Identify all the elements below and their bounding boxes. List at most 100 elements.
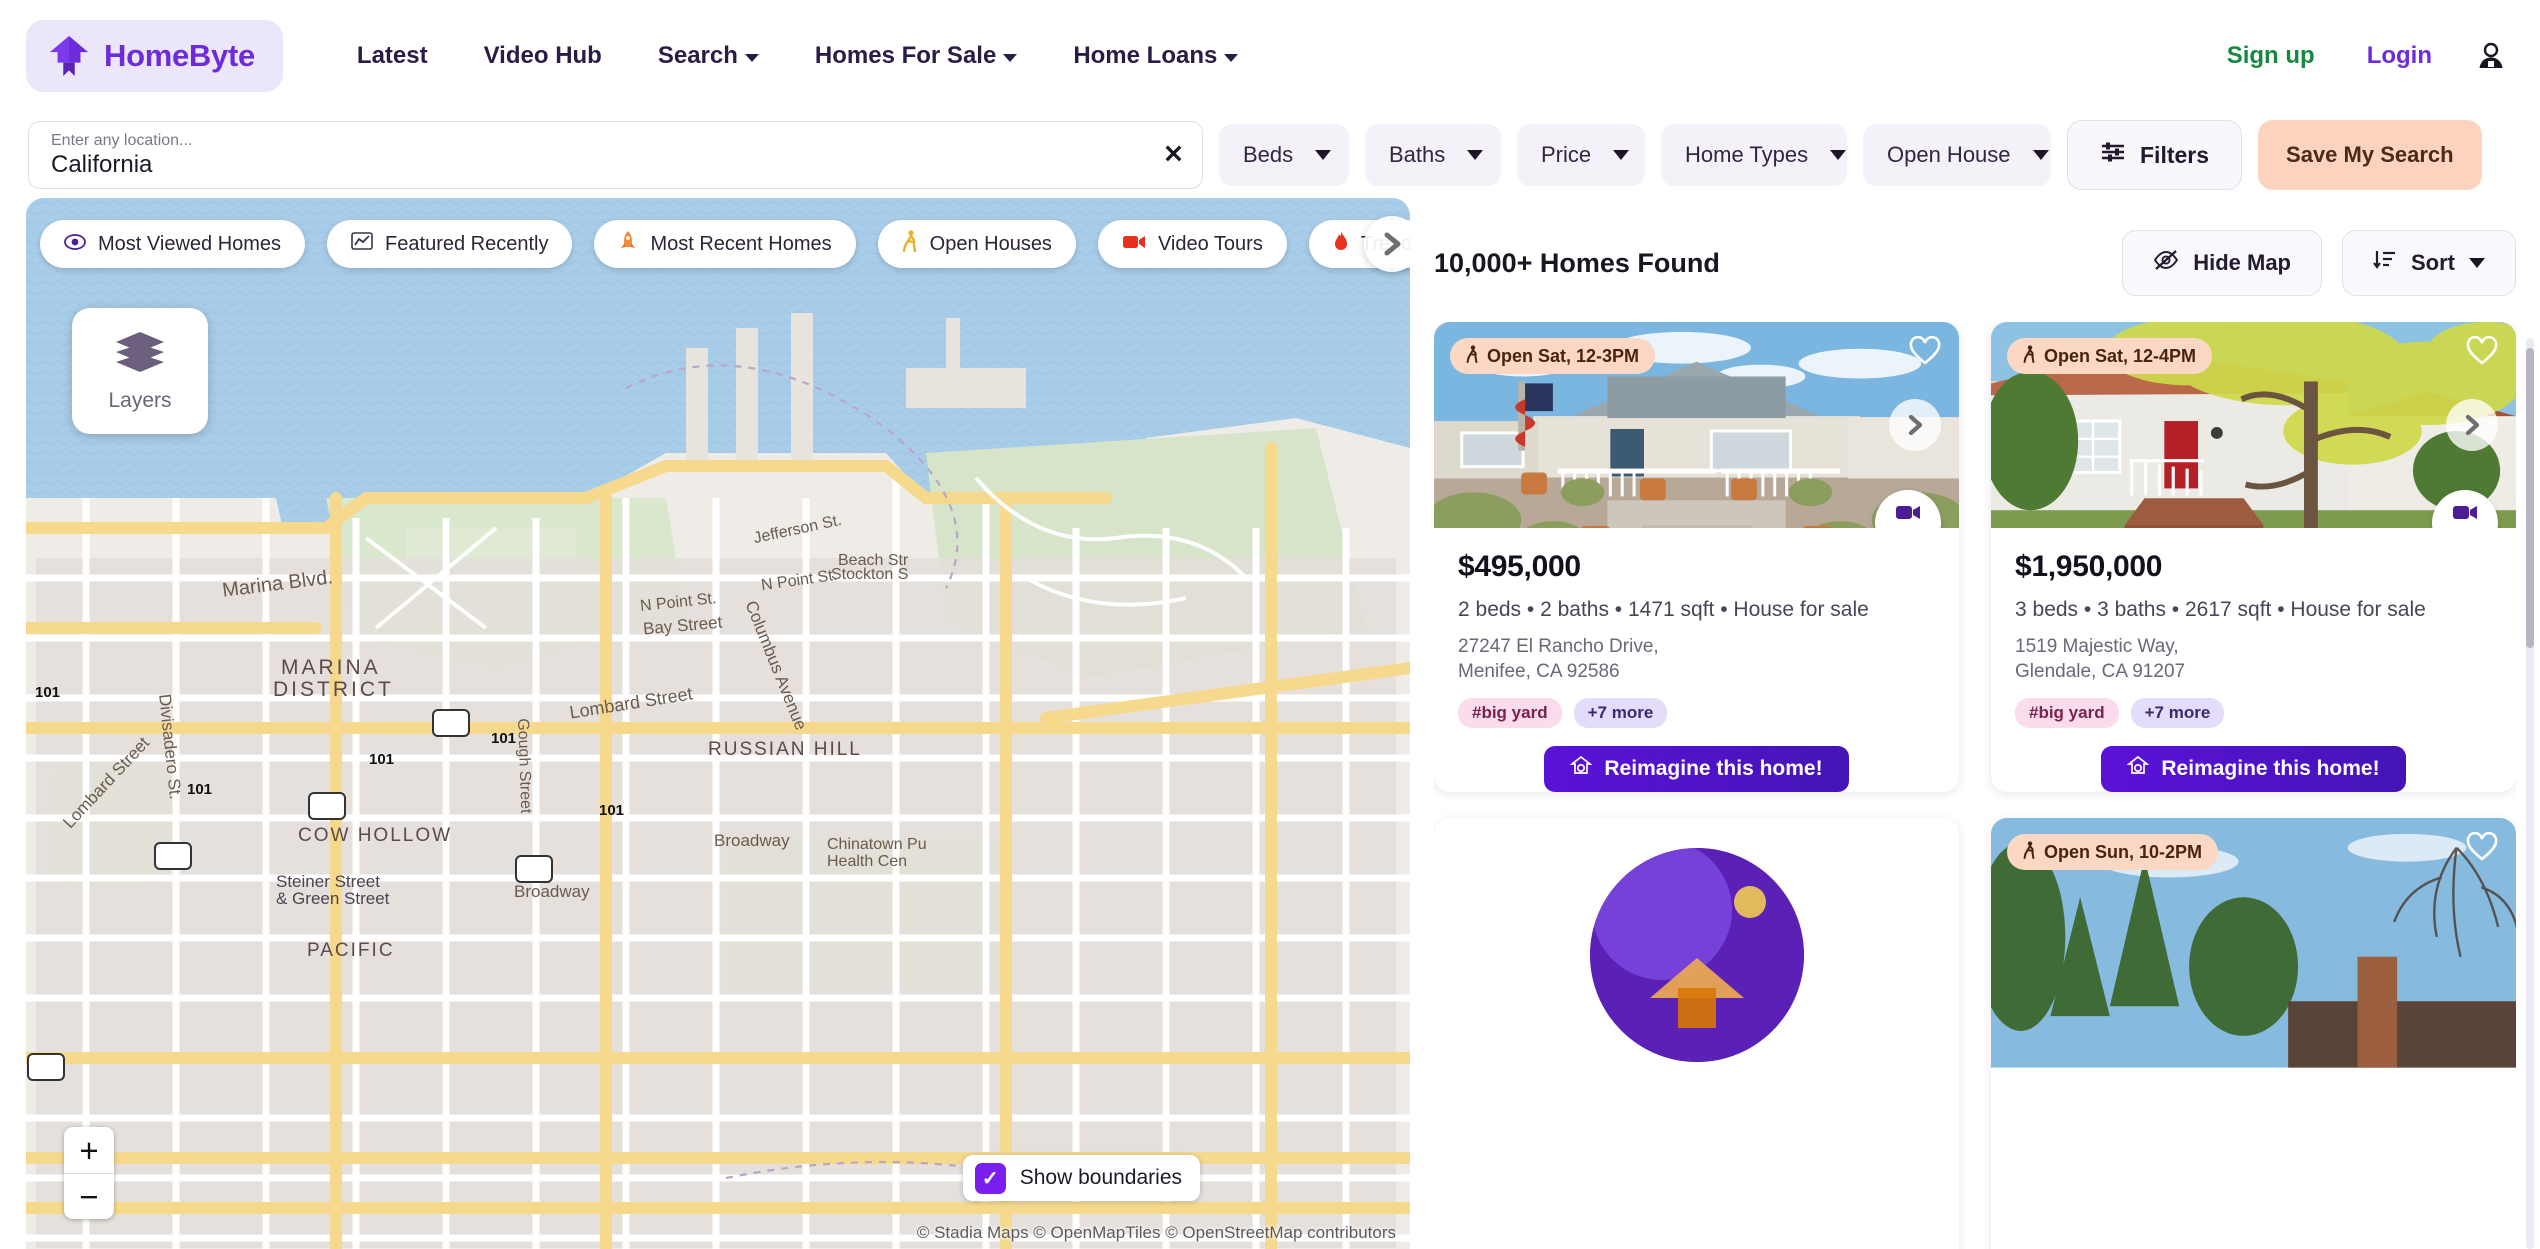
favorite-heart-icon[interactable] [2466,831,2498,867]
chevron-down-icon [1003,54,1018,62]
reimagine-home-button[interactable]: Reimagine this home! [2101,746,2406,792]
nav-item-homes-for-sale[interactable]: Homes For Sale [787,30,1045,82]
user-account-icon[interactable] [2476,41,2506,71]
sliders-icon [2100,141,2126,169]
walking-person-icon [2023,344,2036,368]
walking-person-icon [2023,840,2036,864]
filter-label: Beds [1243,142,1294,167]
chevron-down-icon [744,54,759,62]
map-panel[interactable]: Marina Blvd. MARINA DISTRICT Divisadero … [26,198,1410,1249]
property-card[interactable]: Open Sat, 12-3PM tour [1434,322,1959,792]
video-camera-icon [2452,504,2478,526]
chip-video-tours[interactable]: Video Tours [1097,220,1287,268]
chip-label: Most Recent Homes [650,232,832,255]
layers-icon [113,330,167,379]
filters-button[interactable]: Filters [2067,120,2243,190]
save-search-button[interactable]: Save My Search [2258,120,2482,190]
signup-link[interactable]: Sign up [2201,30,2341,82]
nav-item-latest[interactable]: Latest [329,30,456,82]
hide-map-button[interactable]: Hide Map [2122,230,2322,296]
chip-label: Most Viewed Homes [98,232,282,255]
next-photo-button[interactable] [2446,399,2498,451]
tag-more[interactable]: +7 more [2130,698,2225,728]
property-photo[interactable]: Open Sun, 10-2PM [1991,818,2516,1070]
chip-label: Featured Recently [385,232,549,255]
walking-person-icon [1466,344,1479,368]
filter-label: Open House [1887,142,2011,167]
tag-feature[interactable]: #big yard [1458,698,1562,728]
property-details: $495,000 2 beds • 2 baths • 1471 sqft • … [1434,528,1959,792]
sparkle-home-icon [2126,755,2150,783]
chip-featured-recently[interactable]: Featured Recently [327,220,573,268]
address-line-1: 1519 Majestic Way, [2015,636,2179,657]
property-price: $495,000 [1458,550,1581,583]
tour-label: tour [2453,527,2477,529]
map-layers-button[interactable]: Layers [72,308,208,434]
favorite-heart-icon[interactable] [2466,335,2498,371]
checkbox-checked-icon[interactable]: ✓ [974,1162,1006,1194]
video-camera-icon [1895,504,1921,526]
nav-item-home-loans[interactable]: Home Loans [1045,30,1266,82]
open-house-label: Open Sat, 12-3PM [1487,345,1640,366]
property-photo[interactable]: Open Sat, 12-3PM tour [1434,322,1959,528]
favorite-heart-icon[interactable] [1909,335,1941,371]
nav-label: Home Loans [1073,42,1218,69]
tour-label: tour [1896,527,1920,529]
property-card[interactable]: Open Sat, 12-4PM tour [1991,322,2516,792]
filter-beds[interactable]: Beds [1219,124,1349,186]
sparkle-home-icon [1569,755,1593,783]
open-house-label: Open Sun, 10-2PM [2044,841,2203,862]
results-count: 10,000+ Homes Found [1434,247,1720,278]
tag-feature[interactable]: #big yard [2015,698,2119,728]
zoom-out-button[interactable]: − [64,1173,114,1219]
show-boundaries-toggle[interactable]: ✓ Show boundaries [962,1155,1200,1201]
open-house-badge: Open Sat, 12-4PM [2007,338,2213,374]
chip-most-recent-homes[interactable]: Most Recent Homes [594,220,856,268]
nav-item-video-hub[interactable]: Video Hub [456,30,630,82]
filter-baths[interactable]: Baths [1365,124,1501,186]
chevron-down-icon [2032,150,2049,160]
results-scrollbar-thumb[interactable] [2526,348,2534,648]
chevron-down-icon [2469,258,2485,268]
chip-open-houses[interactable]: Open Houses [877,220,1076,268]
filter-price[interactable]: Price [1517,124,1645,186]
open-house-label: Open Sat, 12-4PM [2044,345,2197,366]
close-icon[interactable]: ✕ [1163,142,1184,168]
brand-logo[interactable]: HomeByte [26,20,283,92]
property-photo[interactable]: Open Sat, 12-4PM tour [1991,322,2516,528]
filter-home-types[interactable]: Home Types [1661,124,1847,186]
sort-button[interactable]: Sort [2342,230,2516,296]
login-link[interactable]: Login [2341,30,2458,82]
nav-label: Latest [356,42,428,69]
open-house-badge: Open Sat, 12-3PM [1450,338,1656,374]
zoom-in-button[interactable]: + [64,1127,114,1173]
chip-label: Open Houses [929,232,1052,255]
chip-most-viewed-homes[interactable]: Most Viewed Homes [40,220,306,268]
show-boundaries-label: Show boundaries [1019,1166,1182,1189]
filter-open-house[interactable]: Open House [1863,124,2051,186]
property-address: 1519 Majestic Way, Glendale, CA 91207 [2015,634,2492,684]
property-tags: #big yard +7 more [1458,698,1935,728]
nav-item-search[interactable]: Search [630,30,787,82]
flame-icon [1333,231,1349,257]
map-canvas[interactable] [26,198,1410,1249]
location-search-input[interactable]: Enter any location... California ✕ [28,121,1203,189]
results-panel: 10,000+ Homes Found Hide Map Sort Open S… [1434,198,2540,1249]
property-card[interactable]: Open Sun, 10-2PM [1991,818,2516,1249]
tag-more[interactable]: +7 more [1573,698,1668,728]
results-header: 10,000+ Homes Found Hide Map Sort [1434,198,2516,322]
property-tags: #big yard +7 more [2015,698,2492,728]
filter-label: Home Types [1685,142,1809,167]
reimagine-home-button[interactable]: Reimagine this home! [1544,746,1849,792]
brand-name: HomeByte [104,38,255,73]
results-actions: Hide Map Sort [2122,230,2516,296]
next-photo-button[interactable] [1889,399,1941,451]
promo-card[interactable] [1434,818,1959,1249]
sort-label: Sort [2411,250,2455,275]
main-content: Marina Blvd. MARINA DISTRICT Divisadero … [0,198,2540,1249]
app-header: HomeByte Latest Video Hub Search Homes F… [0,0,2540,112]
rocket-icon [618,230,638,258]
search-value: California [51,151,153,178]
chart-line-icon [351,232,373,256]
eye-slash-icon [2153,250,2179,276]
